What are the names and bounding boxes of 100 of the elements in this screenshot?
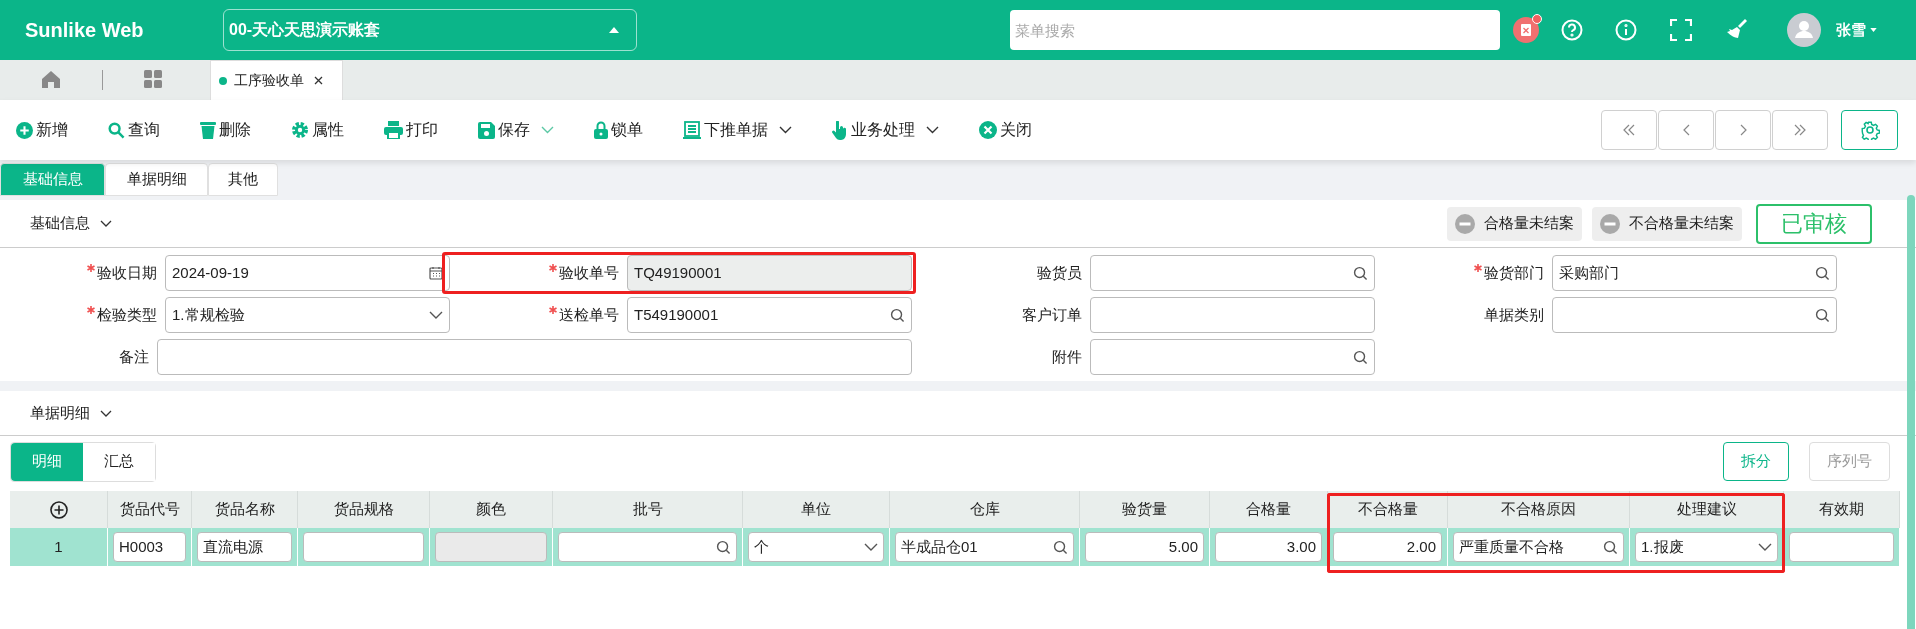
row-number: 1 bbox=[53, 536, 64, 557]
input-field[interactable] bbox=[1552, 297, 1837, 333]
fullscreen-icon[interactable] bbox=[1670, 19, 1692, 41]
field-label: 送检单号 bbox=[450, 303, 627, 327]
required-icon bbox=[1474, 263, 1482, 272]
input-field[interactable]: 严重质量不合格 bbox=[1453, 532, 1624, 562]
input-field[interactable] bbox=[1090, 255, 1375, 291]
search-field[interactable]: 菜单搜索 bbox=[1010, 10, 1500, 50]
input-field[interactable]: 2.00 bbox=[1333, 532, 1442, 562]
input-field[interactable] bbox=[303, 532, 424, 562]
field-label: 单据类别 bbox=[1483, 304, 1545, 325]
search-icon[interactable] bbox=[1353, 265, 1368, 281]
app-logo: Sunlike Web bbox=[25, 18, 145, 43]
search-icon[interactable] bbox=[1603, 539, 1618, 555]
chevron-down-icon[interactable] bbox=[779, 126, 792, 134]
form-tab[interactable]: 其他 bbox=[208, 163, 278, 196]
home-icon[interactable] bbox=[42, 71, 60, 88]
required-icon bbox=[549, 305, 557, 314]
input-field[interactable] bbox=[157, 339, 912, 375]
toolbar-button[interactable]: 属性 bbox=[291, 118, 344, 142]
caret-up-icon[interactable] bbox=[609, 27, 619, 33]
toolbar-button[interactable]: 查询 bbox=[108, 118, 160, 142]
table-row[interactable]: 1 H0003 直流电源 个 半成品仓01 5.00 3.00 2.00 严重质量不合格 1.报废 bbox=[10, 528, 1900, 566]
lock-icon bbox=[594, 121, 608, 139]
required-icon bbox=[549, 263, 557, 272]
chevron-down-icon[interactable] bbox=[429, 310, 443, 320]
minus-circle-icon bbox=[1455, 213, 1475, 234]
toolbar-button[interactable]: 保存 bbox=[478, 118, 554, 142]
toolbar-button[interactable]: 下推单据 bbox=[683, 118, 792, 142]
close-circle-icon bbox=[979, 121, 997, 139]
next-icon bbox=[1739, 124, 1747, 136]
input-field[interactable] bbox=[435, 532, 547, 562]
pager-button[interactable] bbox=[1772, 110, 1828, 150]
settings-icon bbox=[1859, 120, 1880, 140]
trash-icon bbox=[200, 121, 216, 139]
status-chip: 不合格量未结案 bbox=[1592, 206, 1742, 241]
chevron-icon bbox=[100, 220, 112, 227]
clipboard-icon[interactable] bbox=[1513, 17, 1539, 43]
toolbar-button[interactable]: 打印 bbox=[384, 118, 438, 142]
minus-circle-icon bbox=[1600, 213, 1620, 234]
toolbar-button[interactable]: 删除 bbox=[200, 118, 251, 142]
page-tab[interactable]: 工序验收单 bbox=[210, 60, 343, 100]
input-field[interactable]: 3.00 bbox=[1215, 532, 1322, 562]
settings-button[interactable] bbox=[1841, 110, 1898, 150]
last-page-icon bbox=[1794, 124, 1806, 136]
input-field[interactable]: H0003 bbox=[113, 532, 186, 562]
chevron-down-icon[interactable] bbox=[864, 542, 878, 552]
search-icon[interactable] bbox=[1353, 349, 1368, 365]
search-icon[interactable] bbox=[1053, 539, 1068, 555]
add-circle-icon[interactable] bbox=[49, 500, 68, 519]
hand-pointer-icon bbox=[832, 120, 848, 140]
help-icon[interactable] bbox=[1561, 19, 1583, 41]
toolbar-button[interactable]: 锁单 bbox=[594, 118, 643, 142]
info-icon[interactable] bbox=[1615, 19, 1637, 41]
input-field[interactable] bbox=[1090, 297, 1375, 333]
toolbar-button[interactable]: 新增 bbox=[16, 118, 68, 142]
avatar-icon[interactable] bbox=[1787, 13, 1821, 47]
input-field[interactable] bbox=[1090, 339, 1375, 375]
search-icon[interactable] bbox=[1815, 265, 1830, 281]
input-field[interactable]: 5.00 bbox=[1085, 532, 1204, 562]
document-icon bbox=[683, 121, 701, 139]
scrollbar[interactable] bbox=[1907, 195, 1915, 629]
input-field[interactable]: TQ49190001 bbox=[627, 255, 912, 291]
printer-icon bbox=[384, 121, 403, 139]
pager-button[interactable] bbox=[1658, 110, 1714, 150]
input-field[interactable]: T549190001 bbox=[627, 297, 912, 333]
search-icon[interactable] bbox=[1815, 307, 1830, 323]
chevron-down-icon[interactable] bbox=[1758, 542, 1772, 552]
form-tab[interactable]: 单据明细 bbox=[105, 163, 208, 196]
gear-icon bbox=[291, 121, 309, 139]
caret-down-icon[interactable] bbox=[1870, 28, 1877, 32]
input-field[interactable]: 采购部门 bbox=[1552, 255, 1837, 291]
plus-circle-icon bbox=[16, 121, 33, 139]
toolbar-button[interactable]: 关闭 bbox=[979, 118, 1032, 142]
grid-icon[interactable] bbox=[144, 70, 162, 88]
chevron-down-icon[interactable] bbox=[926, 126, 939, 134]
search-icon bbox=[108, 121, 125, 139]
select-field[interactable]: 1.常规检验 bbox=[165, 297, 450, 333]
previous-icon bbox=[1682, 124, 1690, 136]
input-field[interactable]: 2024-09-19 bbox=[165, 255, 450, 291]
input-field[interactable] bbox=[1789, 532, 1894, 562]
required-icon bbox=[87, 305, 95, 314]
close-icon[interactable] bbox=[314, 76, 323, 85]
section-toggle[interactable]: 单据明细 bbox=[30, 401, 112, 425]
select-field[interactable]: 1.报废 bbox=[1635, 532, 1778, 562]
input-field[interactable]: 直流电源 bbox=[197, 532, 292, 562]
field-label: 客户订单 bbox=[1021, 304, 1083, 325]
input-field[interactable] bbox=[558, 532, 737, 562]
input-field[interactable]: 半成品仓01 bbox=[895, 532, 1074, 562]
chevron-icon bbox=[100, 409, 112, 417]
search-icon[interactable] bbox=[716, 539, 731, 555]
field-label: 附件 bbox=[1051, 346, 1083, 367]
calendar-icon[interactable] bbox=[429, 266, 443, 280]
pager-button[interactable] bbox=[1601, 110, 1657, 150]
select-field[interactable]: 个 bbox=[748, 532, 884, 562]
toolbar-button[interactable]: 业务处理 bbox=[832, 118, 939, 142]
search-icon[interactable] bbox=[890, 307, 905, 323]
status-chip: 合格量未结案 bbox=[1447, 206, 1582, 241]
pager-button[interactable] bbox=[1715, 110, 1771, 150]
section-toggle[interactable]: 基础信息 bbox=[30, 212, 112, 235]
